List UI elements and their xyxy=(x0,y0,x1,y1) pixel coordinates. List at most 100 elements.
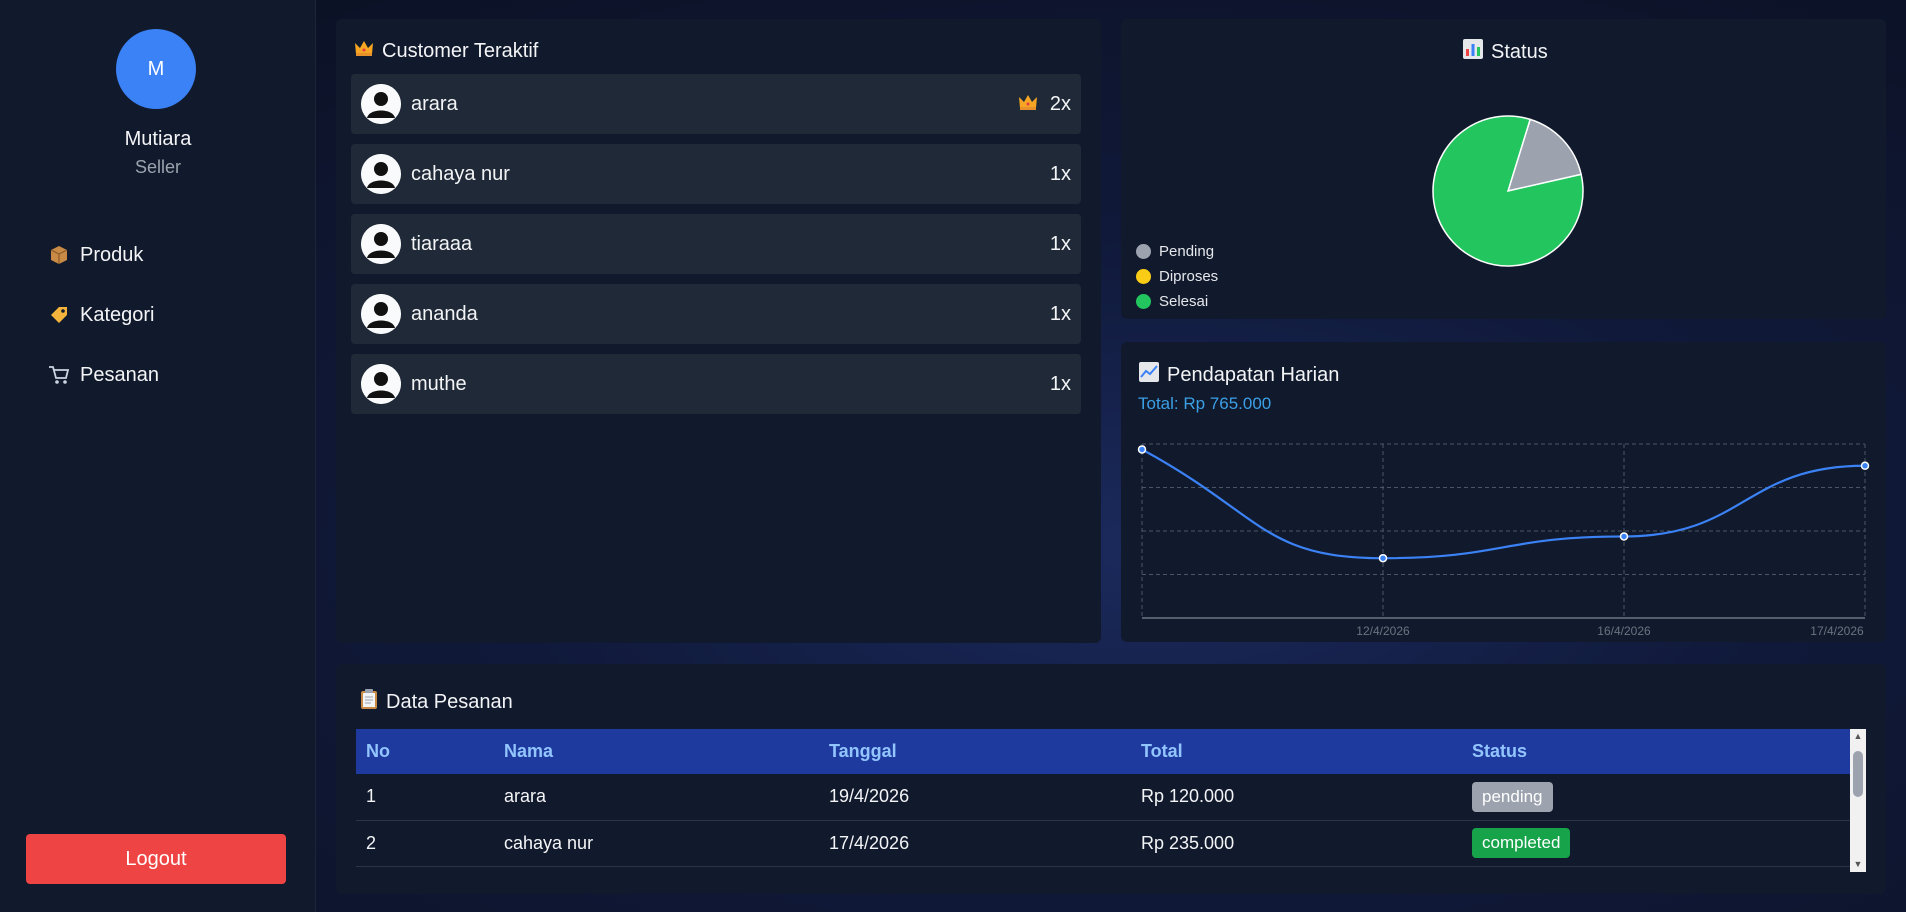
table-header-row: No Nama Tanggal Total Status xyxy=(356,729,1850,774)
table-row[interactable]: 2 cahaya nur 17/4/2026 Rp 235.000 completed xyxy=(356,820,1850,867)
legend-label: Diproses xyxy=(1159,268,1219,285)
customer-name: muthe xyxy=(411,372,467,395)
status-legend: Pending Diproses Selesai xyxy=(1136,239,1218,314)
avatar[interactable]: M xyxy=(116,29,196,109)
table-cell xyxy=(494,866,819,872)
user-role: Seller xyxy=(134,157,182,177)
card-title: Data Pesanan xyxy=(360,688,513,716)
sidebar-item-label: Pesanan xyxy=(80,363,159,386)
order-count: 1x xyxy=(1049,372,1071,395)
table-cell-no: 1 xyxy=(356,774,494,821)
data-point[interactable] xyxy=(1860,461,1870,470)
user-avatar-icon xyxy=(361,154,401,194)
table-cell-total: Rp 235.000 xyxy=(1131,820,1462,867)
status-badge: pending xyxy=(1472,781,1553,812)
order-count: 1x xyxy=(1049,232,1071,255)
column-header[interactable]: Nama xyxy=(494,729,819,774)
clipboard-icon xyxy=(360,688,378,716)
list-item[interactable]: arara 2x xyxy=(351,74,1081,134)
sidebar-item-kategori[interactable]: Kategori xyxy=(48,297,155,333)
top-customers-card: Customer Teraktif arara 2x cahaya nur 1x tia… xyxy=(336,19,1101,643)
sidebar-item-label: Kategori xyxy=(80,303,155,326)
revenue-card: Pendapatan Harian Total: Rp 765.000 12/4… xyxy=(1121,342,1886,642)
orders-table: No Nama Tanggal Total Status 1 arara 19/4/… xyxy=(356,729,1850,872)
status-pie-chart xyxy=(1432,115,1584,267)
cart-icon xyxy=(48,364,70,386)
user-avatar-icon xyxy=(361,84,401,124)
sidebar-item-label: Produk xyxy=(80,243,144,266)
customer-name: arara xyxy=(411,92,458,115)
table-cell-status: completed xyxy=(1462,820,1850,867)
sidebar-item-pesanan[interactable]: Pesanan xyxy=(48,357,159,393)
legend-swatch xyxy=(1136,244,1151,259)
legend-item[interactable]: Diproses xyxy=(1136,264,1218,289)
crown-icon xyxy=(354,39,374,63)
legend-label: Pending xyxy=(1159,243,1215,260)
order-count: 1x xyxy=(1049,162,1071,185)
customer-name: ananda xyxy=(411,302,478,325)
status-title: Status xyxy=(1491,40,1548,63)
legend-item[interactable]: Selesai xyxy=(1136,289,1218,314)
user-avatar-icon xyxy=(361,294,401,334)
table-cell-no: 2 xyxy=(356,820,494,867)
table-cell-total: Rp 120.000 xyxy=(1131,774,1462,821)
revenue-series-line xyxy=(1141,448,1866,560)
table-row[interactable]: 1 arara 19/4/2026 Rp 120.000 pending xyxy=(356,774,1850,821)
table-cell-status xyxy=(1462,866,1850,872)
package-icon xyxy=(48,244,70,266)
column-header[interactable]: Total xyxy=(1131,729,1462,774)
table-cell-nama: arara xyxy=(494,774,819,821)
column-header[interactable]: No xyxy=(356,729,494,774)
bar-chart-icon xyxy=(1463,39,1483,65)
status-badge: completed xyxy=(1472,828,1571,858)
table-scrollbar[interactable]: ▲ ▼ xyxy=(1850,729,1866,872)
card-title: Status xyxy=(1463,39,1548,65)
legend-swatch xyxy=(1136,269,1151,284)
data-point[interactable] xyxy=(1137,445,1147,454)
table-row[interactable] xyxy=(356,866,1850,872)
legend-item[interactable]: Pending xyxy=(1136,239,1218,264)
orders-table-wrapper[interactable]: No Nama Tanggal Total Status 1 arara 19/4/… xyxy=(356,729,1866,872)
status-badge xyxy=(1472,871,1574,872)
x-tick-label: 16/4/2026 xyxy=(1597,624,1651,638)
order-count: 2x xyxy=(1049,92,1071,115)
logout-button[interactable]: Logout xyxy=(26,834,286,884)
user-name: Mutiara xyxy=(124,128,192,150)
customer-name: cahaya nur xyxy=(411,162,510,185)
x-tick-label: 12/4/2026 xyxy=(1356,624,1410,638)
table-cell xyxy=(1131,866,1462,872)
revenue-line-chart: 12/4/2026 16/4/2026 17/4/2026 xyxy=(1137,443,1870,638)
legend-label: Selesai xyxy=(1159,293,1209,310)
data-point[interactable] xyxy=(1619,532,1629,541)
customers-title: Customer Teraktif xyxy=(382,39,539,62)
list-item[interactable]: muthe 1x xyxy=(351,354,1081,414)
status-card: Status Pending Diproses Selesai xyxy=(1121,19,1886,319)
table-cell-tanggal: 17/4/2026 xyxy=(819,820,1131,867)
tag-icon xyxy=(48,304,70,326)
sidebar: M Mutiara Seller Produk Kategori Pesanan… xyxy=(0,0,316,912)
scroll-thumb[interactable] xyxy=(1853,751,1863,797)
column-header[interactable]: Tanggal xyxy=(819,729,1131,774)
crown-icon xyxy=(1018,93,1038,116)
table-cell-nama: cahaya nur xyxy=(494,820,819,867)
orders-card: Data Pesanan No Nama Tanggal Total Statu… xyxy=(336,664,1886,894)
table-cell xyxy=(819,866,1131,872)
list-item[interactable]: cahaya nur 1x xyxy=(351,144,1081,204)
list-item[interactable]: tiaraaa 1x xyxy=(351,214,1081,274)
table-cell-tanggal: 19/4/2026 xyxy=(819,774,1131,821)
orders-title: Data Pesanan xyxy=(386,690,513,713)
column-header[interactable]: Status xyxy=(1462,729,1850,774)
sidebar-item-produk[interactable]: Produk xyxy=(48,237,143,273)
card-title: Customer Teraktif xyxy=(354,39,538,63)
data-point[interactable] xyxy=(1378,553,1388,563)
user-avatar-icon xyxy=(361,364,401,404)
list-item[interactable]: ananda 1x xyxy=(351,284,1081,344)
customer-name: tiaraaa xyxy=(411,232,473,255)
x-tick-label: 17/4/2026 xyxy=(1810,624,1864,638)
order-count: 1x xyxy=(1049,302,1071,325)
user-avatar-icon xyxy=(361,224,401,264)
table-cell xyxy=(356,866,494,872)
scroll-down-icon[interactable]: ▼ xyxy=(1853,859,1863,869)
legend-swatch xyxy=(1136,294,1151,309)
scroll-up-icon[interactable]: ▲ xyxy=(1853,731,1863,741)
